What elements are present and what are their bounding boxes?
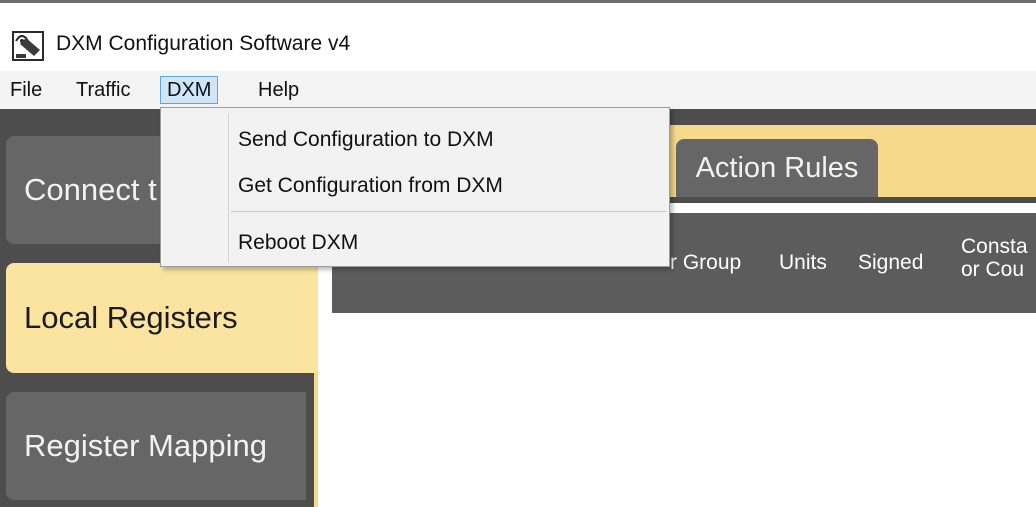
column-header-signed[interactable]: Signed [858, 252, 923, 274]
column-header-constant-line2[interactable]: or Cou [961, 259, 1036, 281]
column-header-group[interactable]: r Group [670, 252, 741, 274]
menu-item-reboot-dxm[interactable]: Reboot DXM [238, 231, 358, 255]
menu-item-get-configuration[interactable]: Get Configuration from DXM [238, 174, 503, 198]
sidebar-tab-local-registers[interactable]: Local Registers [6, 263, 318, 373]
tab-action-rules[interactable]: Action Rules [676, 139, 878, 197]
menu-traffic[interactable]: Traffic [70, 76, 136, 104]
menu-item-send-configuration[interactable]: Send Configuration to DXM [238, 128, 494, 152]
column-header-constant-line1[interactable]: Consta [961, 236, 1036, 258]
menu-help[interactable]: Help [252, 76, 305, 104]
menu-bar [0, 71, 1036, 109]
sidebar-tab-register-mapping[interactable]: Register Mapping [6, 392, 306, 500]
window-title: DXM Configuration Software v4 [56, 32, 351, 55]
column-header-units[interactable]: Units [779, 252, 827, 274]
dxm-dropdown-menu: Send Configuration to DXM Get Configurat… [160, 107, 670, 267]
menu-file[interactable]: File [4, 76, 48, 104]
title-bar: DXM Configuration Software v4 [0, 3, 1036, 71]
dropdown-separator [231, 211, 667, 212]
dropdown-icon-gutter [228, 113, 229, 263]
menu-dxm[interactable]: DXM [160, 76, 219, 104]
antenna-icon [12, 31, 44, 61]
